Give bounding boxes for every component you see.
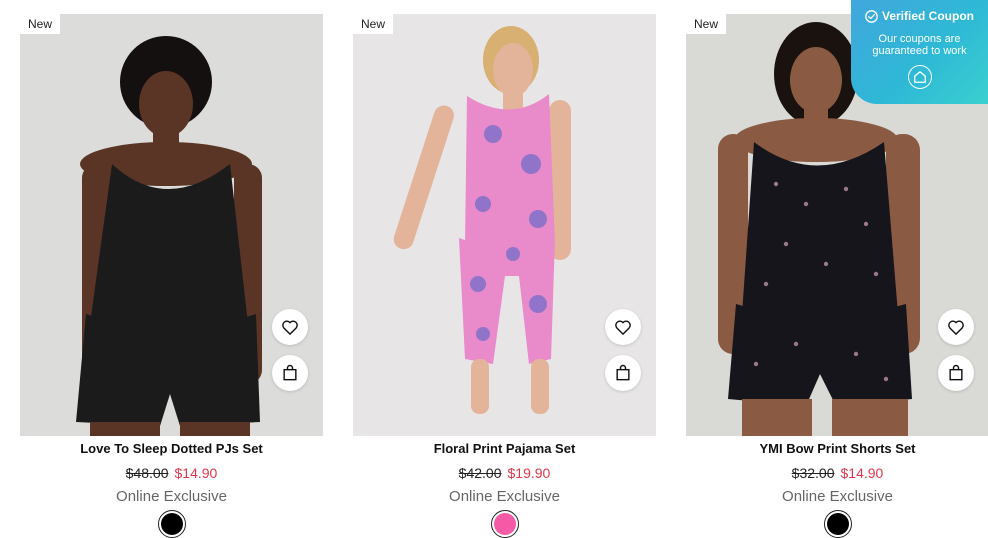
new-badge: New (353, 14, 394, 34)
add-to-bag-button[interactable] (938, 355, 974, 391)
original-price: $32.00 (791, 465, 835, 481)
product-price: $32.00 $14.90 (686, 464, 988, 482)
coupon-logo-icon (907, 65, 932, 89)
wishlist-button[interactable] (605, 309, 641, 345)
heart-icon (948, 320, 964, 335)
product-grid: New Love To Sleep Dotted PJs Set $48.00 $… (0, 0, 988, 538)
color-swatch[interactable] (491, 510, 519, 538)
add-to-bag-button[interactable] (605, 355, 641, 391)
product-card: New Love To Sleep Dotted PJs Set $48.00 $… (20, 14, 323, 538)
coupon-description: Our coupons are guaranteed to work (872, 33, 967, 57)
original-price: $42.00 (458, 465, 502, 481)
product-title[interactable]: YMI Bow Print Shorts Set (686, 440, 988, 458)
online-exclusive-label: Online Exclusive (449, 488, 560, 505)
color-swatch[interactable] (824, 510, 852, 538)
check-circle-icon (865, 9, 878, 23)
new-badge: New (20, 14, 61, 34)
tag-icon (913, 71, 926, 83)
online-exclusive-label: Online Exclusive (782, 488, 893, 505)
sale-price: $14.90 (840, 465, 884, 481)
product-title[interactable]: Love To Sleep Dotted PJs Set (20, 440, 323, 458)
product-title[interactable]: Floral Print Pajama Set (353, 440, 656, 458)
sale-price: $14.90 (174, 465, 218, 481)
product-price: $42.00 $19.90 (353, 464, 656, 482)
product-card: New Floral Print Pajama Set $42.00 $19.90… (353, 14, 656, 538)
shopping-bag-icon (949, 364, 963, 381)
wishlist-button[interactable] (938, 309, 974, 345)
color-swatch[interactable] (158, 510, 186, 538)
coupon-title: Verified Coupon (881, 9, 974, 23)
product-price: $48.00 $14.90 (20, 464, 323, 482)
new-badge: New (686, 14, 727, 34)
shopping-bag-icon (283, 364, 297, 381)
add-to-bag-button[interactable] (272, 355, 308, 391)
sale-price: $19.90 (507, 465, 551, 481)
heart-icon (282, 320, 298, 335)
coupon-title-row: Verified Coupon (851, 9, 988, 23)
original-price: $48.00 (125, 465, 169, 481)
shopping-bag-icon (616, 364, 630, 381)
wishlist-button[interactable] (272, 309, 308, 345)
heart-icon (615, 320, 631, 335)
verified-coupon-widget[interactable]: Verified Coupon Our coupons are guarante… (851, 0, 988, 104)
online-exclusive-label: Online Exclusive (116, 488, 227, 505)
